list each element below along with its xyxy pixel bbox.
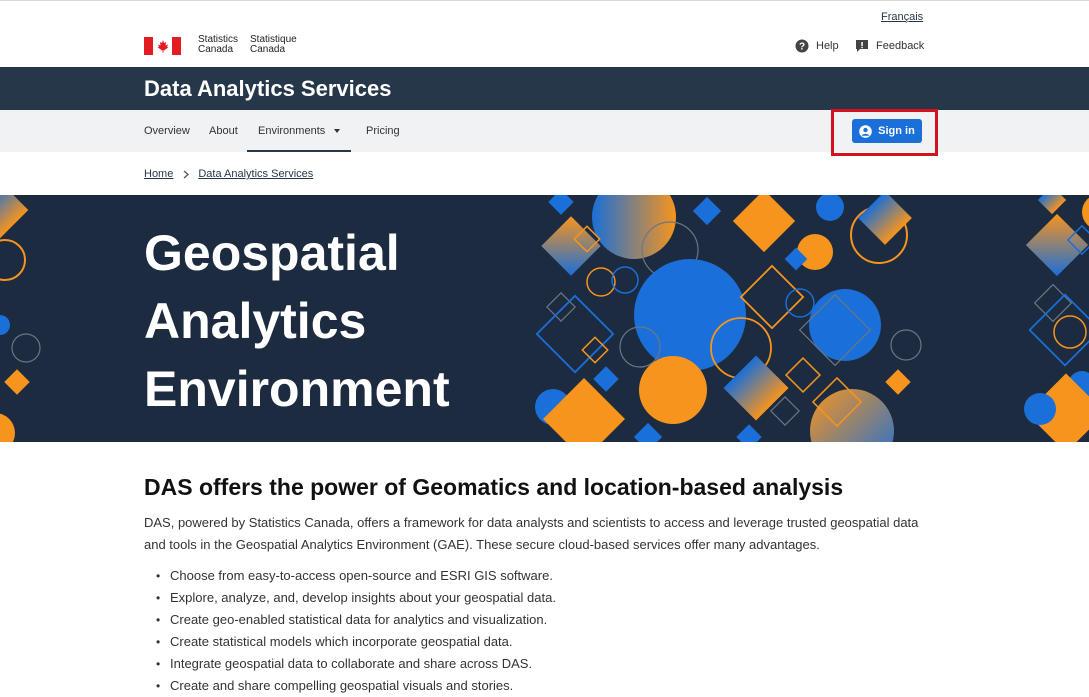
app-title-bar: Data Analytics Services bbox=[0, 67, 1089, 110]
svg-text:?: ? bbox=[799, 42, 805, 53]
menu-item-pricing[interactable]: Pricing bbox=[366, 110, 400, 152]
government-wordmark[interactable]: Statistics Canada Statistique Canada bbox=[144, 35, 297, 55]
language-toggle-link[interactable]: Français bbox=[881, 11, 923, 23]
help-label: Help bbox=[816, 40, 839, 52]
wordmark-en-line2: Canada bbox=[198, 44, 234, 55]
list-item: Create geo-enabled statistical data for … bbox=[156, 609, 924, 631]
hero-title-line-1: Geospatial bbox=[144, 225, 400, 281]
feedback-link[interactable]: Feedback bbox=[855, 39, 924, 53]
user-circle-icon bbox=[859, 124, 872, 138]
menu-item-about[interactable]: About bbox=[209, 110, 238, 152]
list-item: Explore, analyze, and, develop insights … bbox=[156, 587, 924, 609]
breadcrumb-home[interactable]: Home bbox=[144, 168, 173, 180]
main-content: DAS offers the power of Geomatics and lo… bbox=[144, 472, 924, 697]
app-title[interactable]: Data Analytics Services bbox=[144, 76, 391, 102]
menu-item-environments[interactable]: Environments bbox=[247, 110, 352, 152]
intro-paragraph: DAS, powered by Statistics Canada, offer… bbox=[144, 515, 919, 552]
hero-title-line-2: Analytics bbox=[144, 293, 367, 349]
section-heading: DAS offers the power of Geomatics and lo… bbox=[144, 474, 844, 500]
menu-item-environments-label: Environments bbox=[258, 125, 326, 137]
sign-in-label: Sign in bbox=[878, 125, 915, 137]
hero-title: Geospatial Analytics Environment bbox=[144, 219, 450, 423]
hero-title-line-3: Environment bbox=[144, 361, 450, 417]
wordmark-fr-line2: Canada bbox=[250, 44, 286, 55]
list-item: Create and share compelling geospatial v… bbox=[156, 675, 924, 697]
breadcrumb: Home Data Analytics Services bbox=[144, 168, 313, 180]
question-circle-icon: ? bbox=[795, 39, 809, 53]
wordmark-french: Statistique Canada bbox=[250, 35, 297, 55]
top-bar: Français Statistics Canada Statistique C… bbox=[0, 0, 1089, 67]
list-item: Integrate geospatial data to collaborate… bbox=[156, 653, 924, 675]
breadcrumb-das[interactable]: Data Analytics Services bbox=[198, 168, 313, 180]
sign-in-button[interactable]: Sign in bbox=[852, 119, 922, 143]
chevron-right-icon bbox=[183, 170, 190, 179]
advantages-list: Choose from easy-to-access open-source a… bbox=[144, 565, 924, 697]
wordmark-english: Statistics Canada bbox=[198, 35, 238, 55]
hero-banner: Geospatial Analytics Environment bbox=[0, 195, 1089, 442]
chevron-down-icon bbox=[334, 129, 341, 134]
list-item: Create statistical models which incorpor… bbox=[156, 631, 924, 653]
feedback-label: Feedback bbox=[876, 40, 925, 52]
canada-flag-icon bbox=[144, 37, 181, 55]
help-link[interactable]: ? Help bbox=[795, 39, 839, 53]
list-item: Choose from easy-to-access open-source a… bbox=[156, 565, 924, 587]
menu-item-overview[interactable]: Overview bbox=[144, 110, 190, 152]
feedback-icon bbox=[855, 39, 869, 53]
